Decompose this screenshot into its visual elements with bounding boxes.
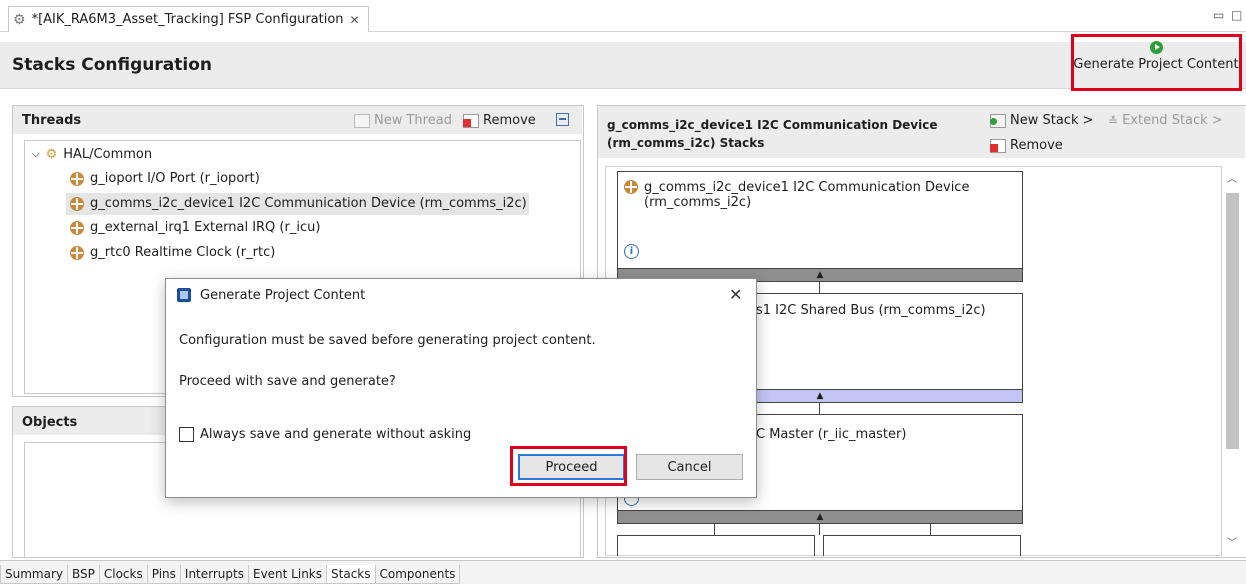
tab-clocks[interactable]: Clocks	[98, 565, 148, 584]
tab-summary[interactable]: Summary	[0, 565, 68, 584]
tab-stacks[interactable]: Stacks	[326, 565, 376, 584]
stack-block-title: C Master (r_iic_master)	[756, 427, 907, 442]
always-save-checkbox-row[interactable]: Always save and generate without asking	[179, 427, 471, 442]
app-icon	[177, 288, 191, 302]
page-title: Stacks Configuration	[12, 55, 212, 75]
highlight-proceed	[510, 446, 627, 486]
hal-icon: ⚙	[45, 147, 58, 162]
chevron-down-icon[interactable]: ⌵	[32, 149, 40, 160]
highlight-generate	[1071, 34, 1242, 91]
collapse-icon[interactable]	[556, 113, 569, 126]
stack-block-child[interactable]	[823, 535, 1021, 556]
stack-block-child[interactable]	[617, 535, 815, 556]
stack-block-title: s1 I2C Shared Bus (rm_comms_i2c)	[756, 303, 986, 318]
new-thread-button[interactable]: New Thread	[354, 113, 452, 128]
maximize-icon[interactable]: □	[1231, 8, 1242, 22]
tree-item-selected[interactable]: g_comms_i2c_device1 I2C Communication De…	[70, 196, 527, 211]
new-stack-label: New Stack >	[1010, 113, 1094, 128]
dialog-message: Configuration must be saved before gener…	[179, 333, 596, 348]
new-stack-icon	[990, 113, 1006, 128]
extend-stack-label: Extend Stack >	[1122, 113, 1223, 128]
tree-root-label: HAL/Common	[63, 147, 153, 162]
stack-block-comms-device[interactable]: g_comms_i2c_device1 I2C Communication De…	[617, 171, 1023, 270]
stacks-title-line2: (rm_comms_i2c) Stacks	[607, 136, 765, 150]
tab-interrupts[interactable]: Interrupts	[179, 565, 249, 584]
cancel-button[interactable]: Cancel	[636, 454, 743, 480]
connector-line	[819, 402, 820, 414]
remove-label: Remove	[483, 113, 536, 128]
editor-tab[interactable]: ⚙ *[AIK_RA6M3_Asset_Tracking] FSP Config…	[8, 6, 369, 32]
tree-item[interactable]: g_ioport I/O Port (r_ioport)	[70, 171, 260, 186]
extend-stack-button[interactable]: ≛ Extend Stack >	[1108, 113, 1223, 128]
bottom-tab-bar: Summary BSP Clocks Pins Interrupts Event…	[0, 560, 1246, 584]
tab-pins[interactable]: Pins	[146, 565, 181, 584]
new-thread-label: New Thread	[374, 113, 452, 128]
tab-components[interactable]: Components	[374, 565, 461, 584]
tab-bsp[interactable]: BSP	[67, 565, 100, 584]
minimize-icon[interactable]: ▭	[1213, 8, 1224, 22]
remove-icon	[463, 113, 479, 128]
objects-title: Objects	[22, 415, 78, 430]
threads-title: Threads	[22, 113, 82, 128]
new-stack-button[interactable]: New Stack >	[990, 113, 1094, 128]
stack-block-subtitle: (rm_comms_i2c)	[644, 195, 752, 210]
stack-block-title: g_comms_i2c_device1 I2C Communication De…	[644, 180, 970, 195]
dialog-close-icon[interactable]: ✕	[729, 285, 742, 304]
remove-label: Remove	[1010, 138, 1063, 153]
scroll-thumb[interactable]	[1226, 193, 1239, 449]
scroll-up-icon[interactable]: ︿	[1222, 170, 1242, 185]
editor-tab-title: *[AIK_RA6M3_Asset_Tracking] FSP Configur…	[31, 12, 344, 27]
scroll-down-icon[interactable]: ﹀	[1222, 534, 1242, 549]
tree-item-label: g_ioport I/O Port (r_ioport)	[90, 171, 260, 186]
extend-stack-icon: ≛	[1108, 113, 1119, 128]
close-tab-icon[interactable]: ✕	[350, 13, 360, 27]
component-icon	[70, 171, 84, 186]
always-save-checkbox[interactable]	[179, 427, 194, 442]
vertical-scrollbar[interactable]: ︿ ﹀	[1222, 167, 1242, 553]
component-icon	[624, 180, 638, 194]
new-thread-icon	[354, 113, 370, 128]
info-icon[interactable]: i	[624, 244, 639, 259]
connector-line	[819, 281, 820, 293]
stack-bar[interactable]: ▲	[617, 510, 1023, 524]
tree-item-label: g_rtc0 Realtime Clock (r_rtc)	[90, 245, 276, 260]
tree-item-label: g_external_irq1 External IRQ (r_icu)	[90, 220, 321, 235]
tree-item[interactable]: g_external_irq1 External IRQ (r_icu)	[70, 220, 320, 235]
tree-item-label: g_comms_i2c_device1 I2C Communication De…	[90, 196, 527, 211]
remove-thread-button[interactable]: Remove	[463, 113, 536, 128]
dialog-title: Generate Project Content	[200, 288, 366, 303]
generate-project-content-dialog: Generate Project Content ✕ Configuration…	[165, 278, 757, 498]
remove-icon	[990, 138, 1006, 153]
connector-line	[930, 523, 931, 535]
dialog-question: Proceed with save and generate?	[179, 374, 396, 389]
always-save-label: Always save and generate without asking	[200, 427, 472, 442]
tree-item[interactable]: g_rtc0 Realtime Clock (r_rtc)	[70, 245, 275, 260]
tab-event-links[interactable]: Event Links	[247, 565, 328, 584]
component-icon	[70, 220, 84, 235]
component-icon	[70, 245, 84, 260]
connector-line	[819, 523, 820, 535]
tree-root-hal-common[interactable]: ⌵ ⚙ HAL/Common	[32, 147, 152, 162]
connector-line	[714, 523, 715, 535]
stacks-title-line1: g_comms_i2c_device1 I2C Communication De…	[607, 118, 938, 132]
gear-icon: ⚙	[13, 11, 26, 28]
remove-stack-button[interactable]: Remove	[990, 138, 1063, 153]
component-icon	[70, 196, 84, 211]
